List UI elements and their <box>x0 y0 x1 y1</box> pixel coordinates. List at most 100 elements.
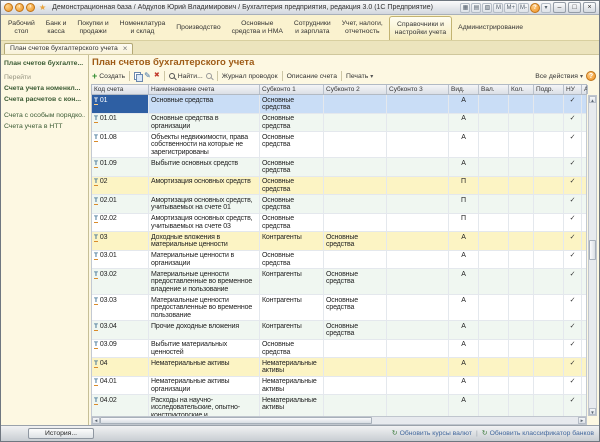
section-tab-bank[interactable]: Банк и касса <box>41 16 72 40</box>
calculator-icon[interactable]: ▧ <box>482 2 493 13</box>
accounts-grid: Код счета Наименование счета Субконто 1 Суб… <box>91 84 599 425</box>
section-tab-desktop[interactable]: Рабочий стол <box>3 16 40 40</box>
check-icon: ✓ <box>569 133 576 141</box>
check-icon: ✓ <box>569 233 576 241</box>
maximize-button[interactable]: □ <box>568 2 581 13</box>
chevron-down-icon: ▾ <box>370 73 374 80</box>
journal-button[interactable]: Журнал проводок <box>222 73 278 80</box>
column-header-val[interactable]: Вал. <box>479 85 509 94</box>
check-icon: ✓ <box>569 159 576 167</box>
vertical-scrollbar[interactable]: ▲ ▼ <box>588 95 597 416</box>
table-row[interactable]: Т 02.02 Амортизация основных средств, учит… <box>92 213 586 232</box>
titlebar-menu-arrow-icon[interactable]: ▾ <box>541 2 551 13</box>
calendar-icon[interactable]: ▤ <box>471 2 482 13</box>
section-tab-administration[interactable]: Администрирование <box>453 16 528 40</box>
table-row[interactable]: Т 03.09 Выбытие материальных ценностей Осно… <box>92 339 586 358</box>
horizontal-scrollbar-thumb[interactable] <box>100 417 372 424</box>
column-header-sub2[interactable]: Субконто 2 <box>324 85 387 94</box>
form-help-icon[interactable]: ? <box>586 71 596 81</box>
column-header-podr[interactable]: Подр. <box>534 85 564 94</box>
toolbar-separator <box>281 71 283 81</box>
main-panel: План счетов бухгалтерского учета + Созда… <box>89 55 599 425</box>
cell-val <box>479 95 509 113</box>
copy-button[interactable] <box>134 72 144 82</box>
memory-add-button[interactable]: M+ <box>504 2 517 13</box>
back-button[interactable]: ‹ <box>15 3 24 12</box>
scroll-left-icon[interactable]: ◄ <box>92 417 100 424</box>
column-header-name[interactable]: Наименование счета <box>149 85 260 94</box>
check-icon: ✓ <box>569 270 576 278</box>
horizontal-scrollbar[interactable]: ◄ ► <box>91 416 587 425</box>
table-row[interactable]: Т 03.01 Материальные ценности в организаци… <box>92 250 586 269</box>
section-tab-fixed-assets[interactable]: Основные средства и НМА <box>227 16 288 40</box>
sidebar-item-item-accounting-accounts[interactable]: Счета учета номенкл... <box>4 85 85 92</box>
table-row[interactable]: Т 01.01 Основные средства в организации Осн… <box>92 113 586 132</box>
section-tab-reporting[interactable]: Учет, налоги, отчетность <box>337 16 388 40</box>
app-window: ‹ › ★ Демонстрационная база / Абдулов Юр… <box>0 0 600 442</box>
account-code: 03.04 <box>99 322 117 330</box>
column-header-nu[interactable]: НУ <box>564 85 582 94</box>
cell-sub2 <box>324 339 387 357</box>
memory-subtract-button[interactable]: M- <box>518 2 529 13</box>
table-row[interactable]: Т 04 Нематериальные активы Нематериальные а… <box>92 358 586 377</box>
column-header-vid[interactable]: Вид. <box>449 85 479 94</box>
table-row[interactable]: Т 04.02 Расходы на научно-исследовательски… <box>92 395 586 416</box>
section-tab-purchases[interactable]: Покупки и продажи <box>72 16 113 40</box>
window-list-icon[interactable]: ▦ <box>460 2 471 13</box>
table-row[interactable]: Т 03 Доходные вложения в материальные ценн… <box>92 232 586 251</box>
table-row[interactable]: Т 01 Основные средства Основные средства А ✓ <box>92 95 586 114</box>
column-header-sub3[interactable]: Субконто 3 <box>387 85 449 94</box>
vertical-scrollbar-thumb[interactable] <box>589 239 596 260</box>
scroll-down-icon[interactable]: ▼ <box>589 408 596 415</box>
favorites-icon[interactable]: ★ <box>39 3 46 12</box>
table-row[interactable]: Т 03.04 Прочие доходные вложения Контрагент… <box>92 321 586 340</box>
account-description-button[interactable]: Описание счета <box>287 73 337 80</box>
section-tab-production[interactable]: Производство <box>171 16 225 40</box>
all-actions-button[interactable]: Все действия ▾ <box>535 73 583 80</box>
find-button[interactable]: Найти... <box>168 73 203 80</box>
delete-button[interactable]: ✖ <box>154 72 160 80</box>
account-code: 03.02 <box>99 270 117 278</box>
column-header-code[interactable]: Код счета <box>92 85 149 94</box>
scroll-up-icon[interactable]: ▲ <box>589 96 596 103</box>
create-button[interactable]: + Создать <box>92 72 125 81</box>
cell-extra <box>582 214 586 232</box>
cell-podr <box>534 295 564 320</box>
history-button[interactable]: История... <box>28 428 95 439</box>
column-header-kol[interactable]: Кол. <box>509 85 534 94</box>
cancel-search-button[interactable] <box>205 73 213 79</box>
close-tab-icon[interactable]: × <box>123 44 128 52</box>
section-tab-references[interactable]: Справочники и настройки учета <box>388 16 453 40</box>
table-row[interactable]: Т 02 Амортизация основных средств Основные … <box>92 176 586 195</box>
cancel-search-icon <box>205 73 212 79</box>
scroll-right-icon[interactable]: ► <box>578 417 586 424</box>
update-currency-rates-link[interactable]: ↻ Обновить курсы валют <box>392 430 472 437</box>
sidebar-item-settlement-accounts[interactable]: Счета расчетов с кон... <box>4 96 85 103</box>
cell-nu: ✓ <box>564 358 582 376</box>
section-tab-staff[interactable]: Сотрудники и зарплата <box>289 16 336 40</box>
table-row[interactable]: Т 03.03 Материальные ценности предоставлен… <box>92 295 586 321</box>
forward-button[interactable]: › <box>26 3 35 12</box>
minimize-button[interactable]: – <box>553 2 566 13</box>
help-icon[interactable]: ? <box>530 2 540 13</box>
print-button[interactable]: Печать ▾ <box>346 73 373 80</box>
document-tab-chart-of-accounts[interactable]: План счетов бухгалтерского учета × <box>4 43 134 54</box>
table-row[interactable]: Т 04.01 Нематериальные активы организации Н… <box>92 376 586 395</box>
cell-kol <box>509 95 534 113</box>
memory-recall-button[interactable]: M <box>493 2 504 13</box>
sidebar-item-chart-of-accounts[interactable]: План счетов бухгалте... <box>4 60 85 67</box>
table-row[interactable]: Т 01.09 Выбытие основных средств Основные с… <box>92 158 586 177</box>
column-header-extra[interactable]: А <box>582 85 588 94</box>
edit-button[interactable]: ✎ <box>144 72 151 80</box>
sidebar-item-ntt-accounts[interactable]: Счета учета в НТТ <box>4 123 85 130</box>
table-row[interactable]: Т 02.01 Амортизация основных средств, учит… <box>92 195 586 214</box>
cell-extra <box>582 377 586 395</box>
column-header-sub1[interactable]: Субконто 1 <box>260 85 324 94</box>
table-row[interactable]: Т 03.02 Материальные ценности предоставлен… <box>92 269 586 295</box>
main-menu-button[interactable] <box>4 3 13 12</box>
close-button[interactable]: × <box>583 2 596 13</box>
table-row[interactable]: Т 01.08 Объекты недвижимости, права собств… <box>92 132 586 158</box>
section-tab-nomenclature[interactable]: Номенклатура и склад <box>115 16 171 40</box>
sidebar-item-special-order-accounts[interactable]: Счета с особым порядко... <box>4 112 85 119</box>
update-bank-classifier-link[interactable]: ↻ Обновить классификатор банков <box>482 430 594 437</box>
